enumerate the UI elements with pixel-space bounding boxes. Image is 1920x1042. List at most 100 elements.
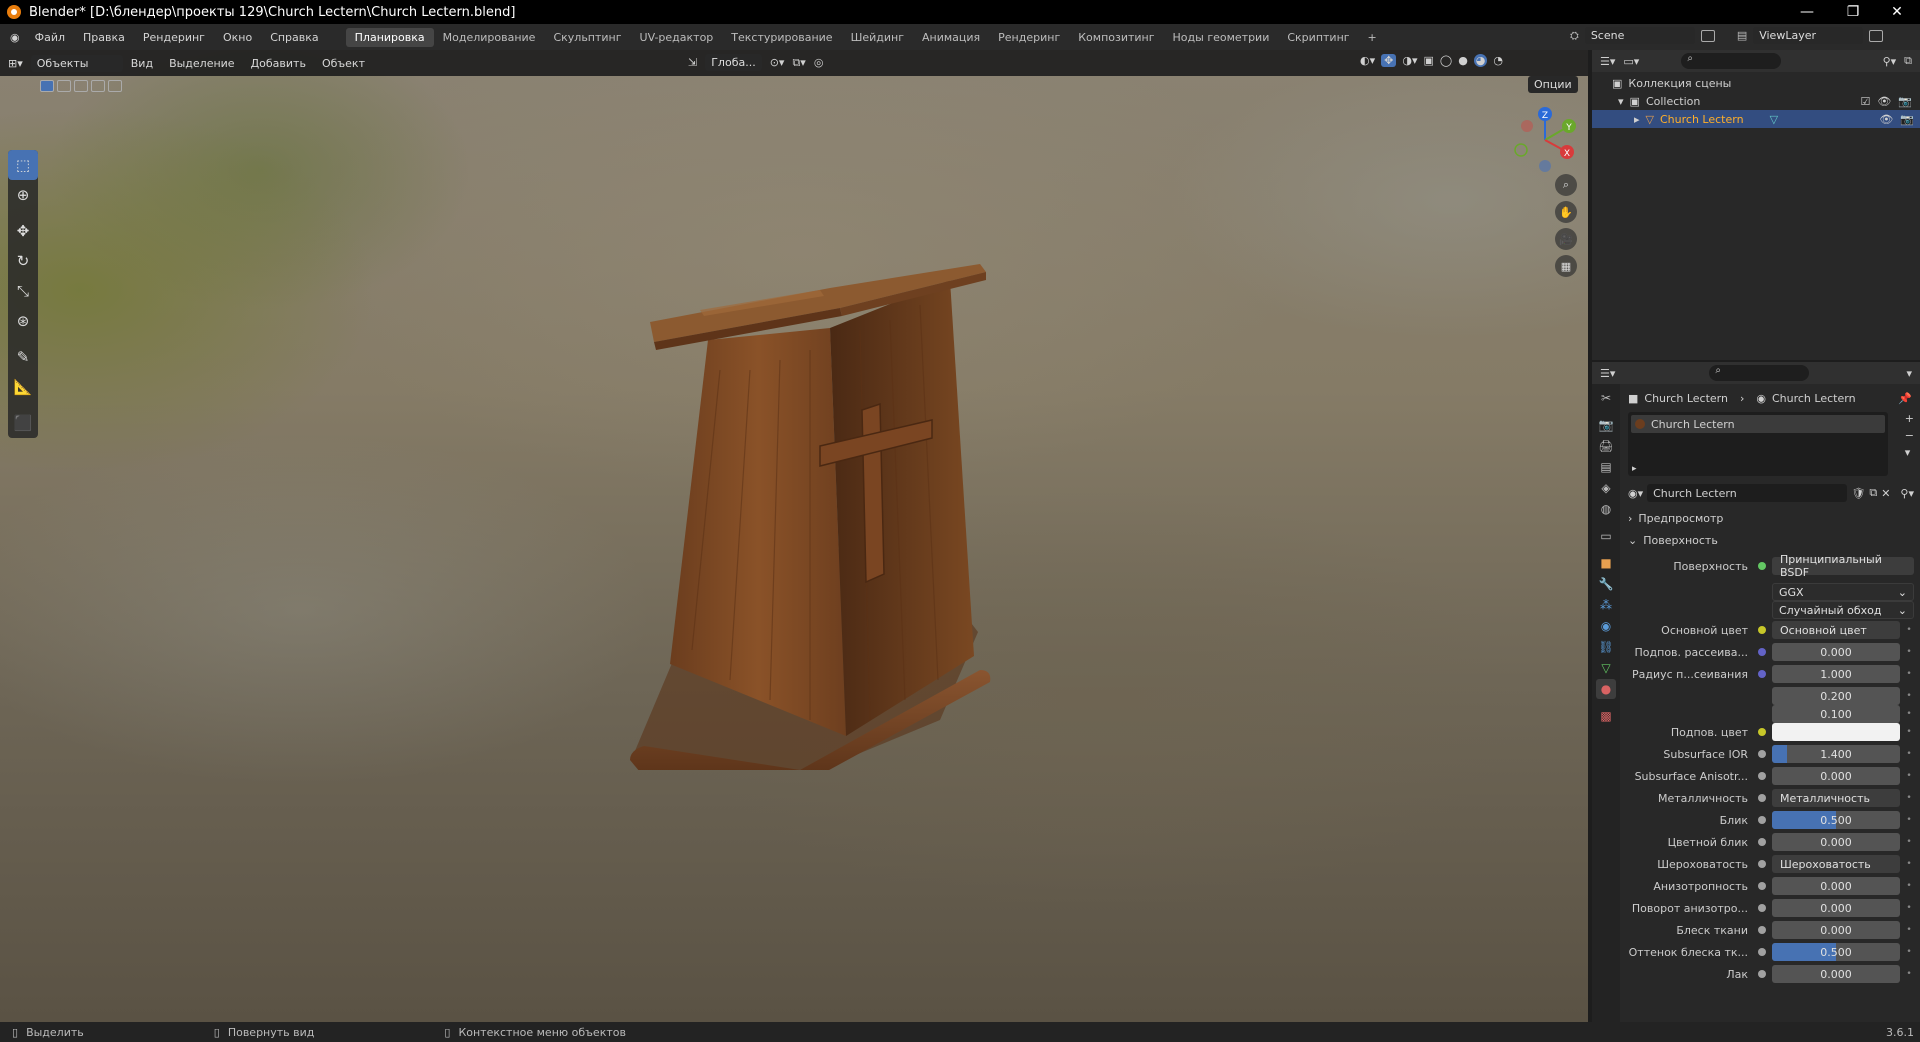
new-scene-icon[interactable]: [1700, 29, 1715, 42]
distribution-dropdown[interactable]: GGX ⌄: [1772, 583, 1914, 601]
surface-section-header[interactable]: ⌄ Поверхность: [1622, 530, 1914, 550]
select-intersect-icon[interactable]: [108, 80, 122, 92]
options-dropdown[interactable]: Опции: [1528, 76, 1578, 93]
rendered-shading-icon[interactable]: ◔: [1493, 54, 1503, 67]
overlay-icon[interactable]: ◑▾: [1402, 54, 1417, 67]
eye-icon[interactable]: 👁: [1879, 113, 1893, 126]
camera-view-icon[interactable]: 🎥: [1555, 228, 1577, 250]
select-subtract-icon[interactable]: [74, 80, 88, 92]
param-value-field[interactable]: 0.000: [1772, 899, 1900, 917]
param-value-field[interactable]: 0.000: [1772, 965, 1900, 983]
tab-uv-editing[interactable]: UV-редактор: [631, 28, 723, 47]
mode-selector[interactable]: Объекты: [30, 54, 123, 72]
keyframe-icon[interactable]: •: [1904, 925, 1914, 935]
subsurface-method-dropdown[interactable]: Случайный обход ⌄: [1772, 601, 1914, 619]
collection-row[interactable]: ▾ ▣ Collection ☑ 👁 📷: [1618, 92, 1918, 110]
socket-icon[interactable]: [1758, 860, 1766, 868]
new-collection-icon[interactable]: ⧉: [1904, 54, 1912, 68]
render-tab-icon[interactable]: 📷: [1596, 415, 1616, 435]
socket-icon[interactable]: [1758, 926, 1766, 934]
duplicate-material-icon[interactable]: ⧉: [1869, 486, 1877, 500]
texture-tab-icon[interactable]: ▩: [1596, 706, 1616, 726]
socket-icon[interactable]: [1758, 794, 1766, 802]
tab-texture-paint[interactable]: Текстурирование: [722, 28, 841, 47]
menu-select[interactable]: Выделение: [161, 57, 243, 70]
browse-material-icon[interactable]: ◉▾: [1628, 487, 1643, 500]
cursor-tool-icon[interactable]: ⊕: [8, 180, 38, 210]
keyframe-icon[interactable]: •: [1904, 709, 1914, 719]
menu-edit[interactable]: Правка: [74, 31, 134, 44]
viewlayer-selector[interactable]: ViewLayer: [1753, 27, 1864, 44]
object-tab-icon[interactable]: ■: [1596, 553, 1616, 573]
param-value-field[interactable]: 0.100: [1772, 705, 1900, 723]
tab-shading[interactable]: Шейдинг: [842, 28, 913, 47]
tab-scripting[interactable]: Скриптинг: [1278, 28, 1358, 47]
tab-modeling[interactable]: Моделирование: [434, 28, 545, 47]
socket-icon[interactable]: [1758, 692, 1766, 700]
param-value-field[interactable]: 0.000: [1772, 833, 1900, 851]
object-row-church-lectern[interactable]: ▸ ▽ Church Lectern ▽ 👁 📷: [1592, 110, 1920, 128]
tab-layout[interactable]: Планировка: [345, 27, 434, 47]
material-name-field[interactable]: Church Lectern: [1647, 484, 1848, 502]
measure-tool-icon[interactable]: 📐: [8, 372, 38, 402]
add-workspace-button[interactable]: +: [1359, 28, 1386, 47]
properties-search-input[interactable]: ⌕: [1709, 365, 1810, 381]
socket-icon[interactable]: [1758, 626, 1766, 634]
socket-icon[interactable]: [1758, 882, 1766, 890]
socket-icon[interactable]: [1758, 670, 1766, 678]
menu-help[interactable]: Справка: [261, 31, 327, 44]
blender-menu-icon[interactable]: ◉: [0, 31, 26, 44]
gizmo-toggle-icon[interactable]: ✥: [1381, 54, 1397, 67]
select-invert-icon[interactable]: [91, 80, 105, 92]
keyframe-icon[interactable]: •: [1904, 881, 1914, 891]
close-button[interactable]: ✕: [1874, 0, 1920, 24]
transform-tool-icon[interactable]: ⊛: [8, 306, 38, 336]
param-value-field[interactable]: 0.500: [1772, 943, 1900, 961]
scene-selector[interactable]: Scene: [1584, 27, 1695, 44]
eye-icon[interactable]: 👁: [1877, 95, 1891, 108]
tab-geometry-nodes[interactable]: Ноды геометрии: [1164, 28, 1279, 47]
zoom-icon[interactable]: ⌕: [1555, 174, 1577, 196]
socket-icon[interactable]: [1758, 728, 1766, 736]
socket-icon[interactable]: [1758, 816, 1766, 824]
menu-file[interactable]: Файл: [26, 31, 74, 44]
param-value-field[interactable]: 0.000: [1772, 877, 1900, 895]
param-link-field[interactable]: Основной цвет: [1772, 621, 1900, 639]
exclude-checkbox-icon[interactable]: ☑: [1860, 95, 1870, 108]
param-value-field[interactable]: 0.000: [1772, 921, 1900, 939]
modifiers-tab-icon[interactable]: 🔧: [1596, 574, 1616, 594]
scale-tool-icon[interactable]: ⤡: [8, 276, 38, 306]
solid-shading-icon[interactable]: ●: [1458, 54, 1468, 67]
fake-user-icon[interactable]: 🛡: [1851, 487, 1865, 500]
maximize-button[interactable]: ❐: [1830, 0, 1876, 24]
material-slot-item[interactable]: Church Lectern: [1631, 415, 1885, 433]
annotate-tool-icon[interactable]: ✎: [8, 342, 38, 372]
param-link-field[interactable]: Металличность: [1772, 789, 1900, 807]
socket-icon[interactable]: [1758, 750, 1766, 758]
param-value-field[interactable]: 0.000: [1772, 643, 1900, 661]
surface-shader-link[interactable]: Принципиальный BSDF: [1772, 553, 1914, 579]
menu-render[interactable]: Рендеринг: [134, 31, 214, 44]
properties-editor-type-icon[interactable]: ☰▾: [1600, 367, 1615, 380]
physics-tab-icon[interactable]: ◉: [1596, 616, 1616, 636]
transform-orientation-selector[interactable]: Глоба...: [705, 54, 762, 71]
ortho-grid-icon[interactable]: ▦: [1555, 255, 1577, 277]
church-lectern-model[interactable]: [620, 250, 1010, 770]
select-extend-icon[interactable]: [57, 80, 71, 92]
camera-icon[interactable]: 📷: [1898, 95, 1912, 108]
minimize-button[interactable]: —: [1784, 0, 1830, 24]
scene-tab-icon[interactable]: ◈: [1596, 478, 1616, 498]
socket-icon[interactable]: [1758, 970, 1766, 978]
tab-rendering[interactable]: Рендеринг: [989, 28, 1069, 47]
3d-viewport[interactable]: ⊞▾ Объекты Вид Выделение Добавить Объект…: [0, 50, 1588, 1022]
keyframe-icon[interactable]: •: [1904, 625, 1914, 635]
socket-icon[interactable]: [1758, 710, 1766, 718]
socket-icon[interactable]: [1758, 948, 1766, 956]
param-value-field[interactable]: 1.400: [1772, 745, 1900, 763]
visibility-icon[interactable]: ◐▾: [1360, 54, 1375, 67]
pin-icon[interactable]: 📌: [1898, 392, 1912, 405]
param-value-field[interactable]: 0.500: [1772, 811, 1900, 829]
add-cube-tool-icon[interactable]: ⬛: [8, 408, 38, 438]
expand-arrow-icon[interactable]: ▸: [1634, 113, 1640, 126]
material-shading-icon[interactable]: ◕: [1473, 54, 1488, 67]
